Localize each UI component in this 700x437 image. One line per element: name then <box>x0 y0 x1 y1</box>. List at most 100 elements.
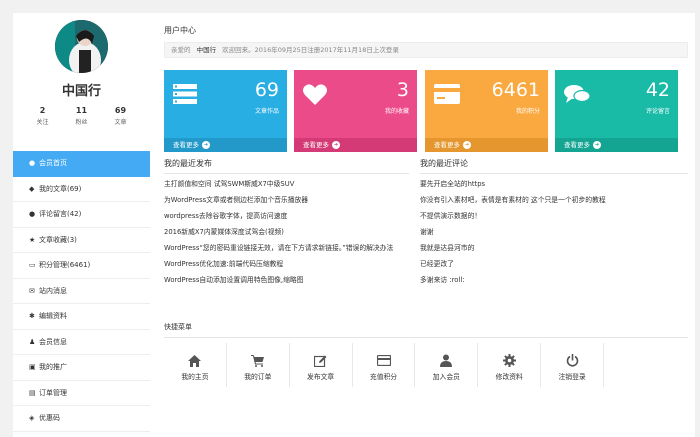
arrow-right-icon: ➜ <box>202 141 210 149</box>
sidebar-item-points[interactable]: ▭ 积分管理(6461) <box>13 253 150 279</box>
card-more-link[interactable]: 查看更多 ➜ <box>294 138 417 152</box>
stat-label: 粉丝 <box>75 119 88 126</box>
sidebar-item-label: 我的文章(69) <box>39 184 82 193</box>
sidebar-item-edit-profile[interactable]: ✱ 编辑资料 <box>13 304 150 330</box>
cart-icon: ▤ <box>29 388 36 397</box>
sidebar-item-label: 会员首页 <box>39 159 67 167</box>
quick-my-orders-button[interactable]: 我的订单 <box>227 343 290 387</box>
sidebar-item-label: 会员信息 <box>39 337 67 346</box>
sidebar-item-label: 评论留言(42) <box>39 210 82 218</box>
post-link[interactable]: WordPress“您的密码重设链接无效，请在下方请求新链接。”错误的解决办法 <box>164 244 404 253</box>
sidebar-item-my-posts[interactable]: ◆ 我的文章(69) <box>13 177 150 202</box>
quick-label: 我的主页 <box>181 373 209 381</box>
sidebar-item-comments[interactable]: ● 评论留言(42) <box>13 202 150 228</box>
card-points[interactable]: 6461 我的积分 查看更多 ➜ <box>425 70 548 152</box>
welcome-prefix: 亲爱的 <box>171 46 191 54</box>
home-icon <box>164 354 226 367</box>
credit-card-icon: ▭ <box>29 261 36 269</box>
post-link[interactable]: 主打颜值和空间 试驾SWM斯威X7中级SUV <box>164 180 404 189</box>
cart-icon <box>227 354 289 367</box>
heart-icon <box>303 84 327 107</box>
credit-card-icon <box>353 354 415 367</box>
sidebar-item-member-home[interactable]: ● 会员首页 <box>13 151 150 177</box>
main-content: 用户中心 亲爱的 中国行 欢迎回来。2016年09月25日注册2017年11月1… <box>150 13 695 437</box>
more-label: 查看更多 <box>303 141 329 149</box>
quick-recharge-points-button[interactable]: 充值积分 <box>353 343 416 387</box>
cube-icon: ◆ <box>29 184 35 193</box>
card-comments[interactable]: 42 评论留言 查看更多 ➜ <box>555 70 678 152</box>
card-value: 42 <box>645 79 670 101</box>
users-icon: ● <box>29 159 36 167</box>
avatar[interactable] <box>55 20 108 73</box>
quick-my-home-button[interactable]: 我的主页 <box>164 343 227 387</box>
card-favorites[interactable]: 3 我的收藏 查看更多 ➜ <box>294 70 417 152</box>
post-link[interactable]: 为WordPress文章或者侧边栏添加个音乐播放器 <box>164 196 404 205</box>
sidebar-item-favorites[interactable]: ★ 文章收藏(3) <box>13 228 150 253</box>
quick-logout-button[interactable]: 注销登录 <box>541 343 605 387</box>
card-label: 我的积分 <box>515 108 540 115</box>
stat-posts[interactable]: 69 文章 <box>114 106 126 126</box>
quick-label: 充值积分 <box>369 373 398 381</box>
quick-menu: 我的主页 我的订单 发布文章 充值积分 加入会员 修改资料 注销登录 <box>164 343 605 387</box>
user-name: 中国行 <box>61 84 101 99</box>
user-stats: 2 关注 11 粉丝 69 文章 <box>13 106 150 126</box>
card-label: 评论留言 <box>645 108 670 115</box>
sidebar-item-label: 订单管理 <box>39 388 67 397</box>
sidebar-item-label: 站内消息 <box>39 286 67 295</box>
page-title: 用户中心 <box>164 26 196 35</box>
recent-posts-list: 主打颜值和空间 试驾SWM斯威X7中级SUV 为WordPress文章或者侧边栏… <box>164 180 404 292</box>
share-icon: ▣ <box>29 363 36 371</box>
comment-link[interactable]: 要先开启全站的https <box>420 180 688 189</box>
stat-label: 关注 <box>36 119 49 126</box>
card-more-link[interactable]: 查看更多 ➜ <box>164 138 287 152</box>
sidebar-item-label: 编辑资料 <box>39 312 67 320</box>
recent-comments-list: 要先开启全站的https 你没有引入素材吧，表情是有素材的 这个只是一个初步的教… <box>420 180 688 292</box>
sidebar-item-member-info[interactable]: ♟ 会员信息 <box>13 330 150 355</box>
sidebar-item-orders[interactable]: ▤ 订单管理 <box>13 381 150 406</box>
sidebar-item-label: 积分管理(6461) <box>39 261 91 269</box>
user-icon: ♟ <box>29 337 36 346</box>
sidebar-item-label: 优惠码 <box>39 414 60 422</box>
comment-link[interactable]: 你没有引入素材吧，表情是有素材的 这个只是一个初步的教程 <box>420 196 688 205</box>
comments-icon <box>564 84 591 106</box>
card-works[interactable]: 69 文章作品 查看更多 ➜ <box>164 70 287 152</box>
stat-number: 2 <box>39 106 46 115</box>
comment-link[interactable]: 已经更改了 <box>420 260 688 269</box>
stat-number: 69 <box>114 106 127 115</box>
more-label: 查看更多 <box>564 141 590 149</box>
more-label: 查看更多 <box>434 141 460 149</box>
quick-join-member-button[interactable]: 加入会员 <box>415 343 479 387</box>
comment-link[interactable]: 我就是达县河市的 <box>420 244 688 253</box>
post-link[interactable]: WordPress优化加速:前端代码压缩教程 <box>164 260 404 269</box>
stat-following[interactable]: 2 关注 <box>36 106 48 126</box>
sidebar-item-coupons[interactable]: ◈ 优惠码 <box>13 406 150 432</box>
quick-label: 加入会员 <box>432 373 460 381</box>
welcome-name: 中国行 <box>196 46 217 54</box>
card-more-link[interactable]: 查看更多 ➜ <box>425 138 548 152</box>
stat-followers[interactable]: 11 粉丝 <box>75 106 87 126</box>
recent-posts-title: 我的最近发布 <box>164 159 212 168</box>
quick-menu-title: 快捷菜单 <box>164 323 192 331</box>
comment-link[interactable]: 不提供演示数据的！ <box>420 212 688 221</box>
quick-label: 我的订单 <box>244 373 272 381</box>
arrow-right-icon: ➜ <box>463 141 471 149</box>
sidebar-item-promotion[interactable]: ▣ 我的推广 <box>13 355 150 381</box>
quick-edit-profile-button[interactable]: 修改资料 <box>478 343 542 387</box>
sidebar-item-messages[interactable]: ✉ 站内消息 <box>13 279 150 304</box>
comment-link[interactable]: 谢谢 <box>420 228 688 237</box>
list-icon <box>173 84 197 106</box>
user-plus-icon <box>415 354 477 367</box>
quick-label: 发布文章 <box>307 373 335 381</box>
post-link[interactable]: WordPress自动添加设置调用特色图像,缩略图 <box>164 276 404 285</box>
card-more-link[interactable]: 查看更多 ➜ <box>555 138 678 152</box>
credit-card-icon <box>434 84 460 106</box>
gear-icon <box>478 354 540 367</box>
comment-link[interactable]: 多谢来访 :roll: <box>420 276 688 285</box>
quick-publish-post-button[interactable]: 发布文章 <box>290 343 353 387</box>
card-value: 3 <box>396 79 409 101</box>
divider <box>164 173 409 174</box>
post-link[interactable]: wordpress去除谷歌字体，提高访问速度 <box>164 212 404 221</box>
stat-cards: 69 文章作品 查看更多 ➜ 3 我的收藏 查看更多 ➜ 6461 我的积分 查看更… <box>164 70 688 152</box>
post-link[interactable]: 2016新威X7内蒙媒体深度试驾会(视频) <box>164 228 404 237</box>
sidebar-menu: ● 会员首页 ◆ 我的文章(69) ● 评论留言(42) ★ 文章收藏(3) ▭ 积分管理… <box>13 151 150 432</box>
